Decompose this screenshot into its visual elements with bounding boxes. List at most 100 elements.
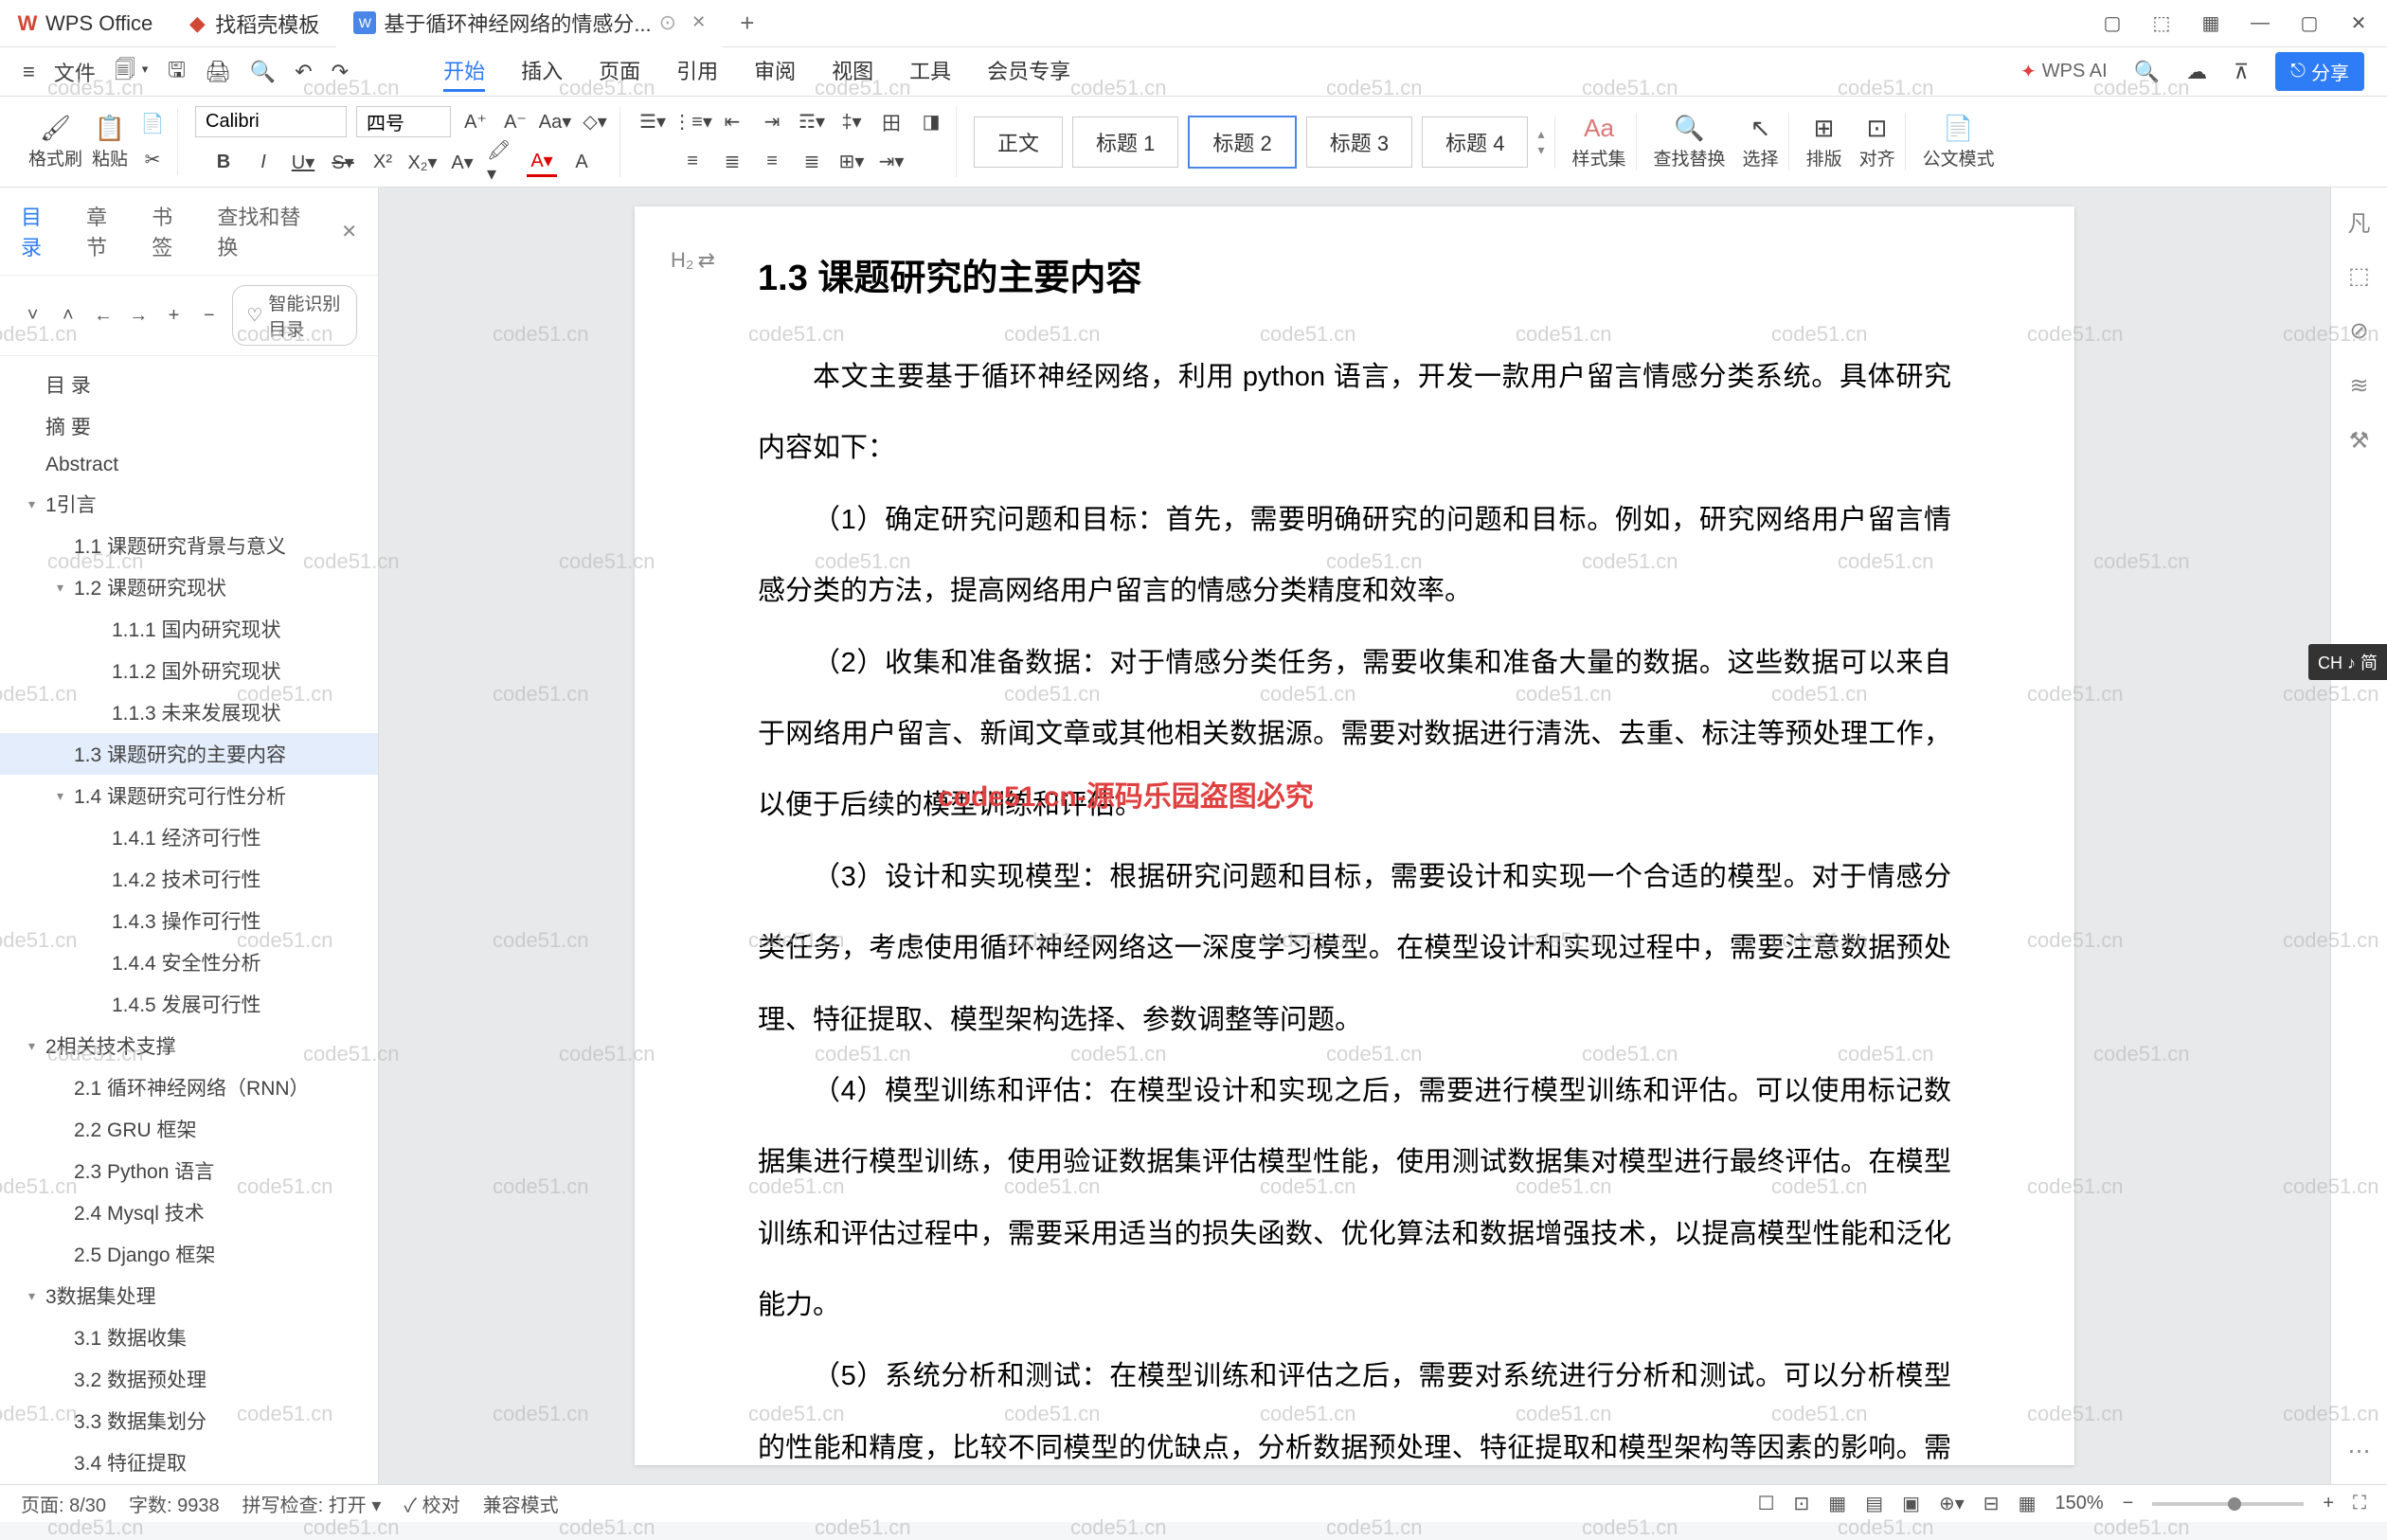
sidebar-tab-chapter[interactable]: 章节 bbox=[86, 201, 125, 261]
font-color-icon[interactable]: A▾ bbox=[527, 147, 557, 177]
sort-icon[interactable]: ☶▾ bbox=[797, 107, 827, 137]
collapse-icon[interactable]: ⊼ bbox=[2234, 60, 2249, 84]
decrease-font-icon[interactable]: A⁻ bbox=[500, 107, 530, 137]
toc-item[interactable]: 3.1 数据收集 bbox=[0, 1316, 378, 1358]
menu-ref[interactable]: 引用 bbox=[676, 51, 718, 92]
align-center-icon[interactable]: ≣ bbox=[717, 147, 747, 177]
rail-tool-icon[interactable]: ⚒ bbox=[2343, 424, 2376, 457]
toc-item[interactable]: 1.1.3 未来发展现状 bbox=[0, 691, 378, 733]
align-left-icon[interactable]: ≡ bbox=[677, 147, 708, 177]
text-effect-icon[interactable]: A▾ bbox=[447, 147, 477, 177]
style-h3[interactable]: 标题 3 bbox=[1306, 116, 1412, 168]
toc-item[interactable]: ▾1.4 课题研究可行性分析 bbox=[0, 775, 378, 816]
toc-item[interactable]: ▾3数据集处理 bbox=[0, 1275, 378, 1316]
menu-view[interactable]: 视图 bbox=[832, 51, 873, 92]
sidebar-tab-bookmark[interactable]: 书签 bbox=[152, 201, 190, 261]
demote-icon[interactable]: → bbox=[127, 299, 151, 331]
expand-all-icon[interactable]: ˄ bbox=[56, 299, 80, 331]
style-h2[interactable]: 标题 2 bbox=[1188, 116, 1296, 169]
document-paragraph[interactable]: （1）确定研究问题和目标：首先，需要明确研究的问题和目标。例如，研究网络用户留言… bbox=[758, 485, 1951, 628]
strike-button[interactable]: S▾ bbox=[328, 147, 358, 177]
tab-wps-home[interactable]: W WPS Office bbox=[0, 0, 170, 47]
menu-tools[interactable]: 工具 bbox=[909, 51, 951, 92]
increase-indent-icon[interactable]: ⇥ bbox=[757, 107, 787, 137]
share-button[interactable]: ⎋ 分享 bbox=[2275, 52, 2364, 91]
document-paragraph[interactable]: 本文主要基于循环神经网络，利用 python 语言，开发一款用户留言情感分类系统… bbox=[758, 342, 1951, 485]
sidebar-tab-find[interactable]: 查找和替换 bbox=[217, 201, 314, 261]
style-normal[interactable]: 正文 bbox=[974, 116, 1063, 168]
toc-item[interactable]: 2.3 Python 语言 bbox=[0, 1150, 378, 1191]
toc-item[interactable]: 1.1.1 国内研究现状 bbox=[0, 608, 378, 650]
document-paragraph[interactable]: （5）系统分析和测试：在模型训练和评估之后，需要对系统进行分析和测试。可以分析模… bbox=[758, 1341, 1951, 1484]
paste-button[interactable]: 📋 粘贴 bbox=[92, 113, 128, 170]
document-paragraph[interactable]: （2）收集和准备数据：对于情感分类任务，需要收集和准备大量的数据。这些数据可以来… bbox=[758, 628, 1951, 842]
window-list-icon[interactable]: ▢ bbox=[2101, 12, 2124, 35]
font-name-select[interactable] bbox=[195, 106, 347, 137]
wps-ai-button[interactable]: ✦WPS AI bbox=[2020, 60, 2108, 83]
numbering-icon[interactable]: ⋮≡▾ bbox=[677, 107, 708, 137]
style-h1[interactable]: 标题 1 bbox=[1072, 116, 1178, 168]
style-set-button[interactable]: Aa 样式集 bbox=[1572, 113, 1626, 170]
view-layout-icon[interactable]: ⊡ bbox=[1794, 1492, 1810, 1515]
toc-item[interactable]: 目 录 bbox=[0, 364, 378, 405]
document-paragraph[interactable]: （3）设计和实现模型：根据研究问题和目标，需要设计和实现一个合适的模型。对于情感… bbox=[758, 842, 1951, 1056]
globe-icon[interactable]: ⊕▾ bbox=[1939, 1492, 1965, 1515]
close-button[interactable]: ✕ bbox=[2347, 12, 2370, 35]
view-read-icon[interactable]: ☐ bbox=[1758, 1492, 1775, 1515]
new-icon[interactable]: 🗐 ▾ bbox=[115, 54, 149, 90]
decrease-indent-icon[interactable]: ⇤ bbox=[717, 107, 747, 137]
sidebar-tab-toc[interactable]: 目录 bbox=[21, 201, 60, 261]
document-area[interactable]: H₂ ⇄ 1.3 课题研究的主要内容 本文主要基于循环神经网络，利用 pytho… bbox=[379, 188, 2330, 1484]
line-spacing-icon[interactable]: ‡▾ bbox=[836, 107, 867, 137]
document-page[interactable]: H₂ ⇄ 1.3 课题研究的主要内容 本文主要基于循环神经网络，利用 pytho… bbox=[635, 206, 2074, 1465]
align-button[interactable]: ⊡ 对齐 bbox=[1859, 113, 1895, 170]
fullscreen-icon[interactable]: ⛶ bbox=[2353, 1493, 2366, 1514]
undo-icon[interactable]: ↶ bbox=[295, 60, 312, 84]
toc-item[interactable]: 2.4 Mysql 技术 bbox=[0, 1191, 378, 1233]
style-h4[interactable]: 标题 4 bbox=[1422, 116, 1528, 168]
underline-button[interactable]: U▾ bbox=[288, 147, 318, 177]
view-outline-icon[interactable]: ▤ bbox=[1865, 1492, 1883, 1515]
menu-review[interactable]: 审阅 bbox=[754, 51, 796, 92]
toc-item[interactable]: 摘 要 bbox=[0, 405, 378, 447]
zoom-in-button[interactable]: + bbox=[2323, 1493, 2334, 1514]
cube-icon[interactable]: ⬚ bbox=[2150, 12, 2173, 35]
view-web-icon[interactable]: ▦ bbox=[1828, 1492, 1846, 1515]
menu-icon[interactable]: ≡ bbox=[23, 60, 35, 84]
toc-item[interactable]: ▾1引言 bbox=[0, 483, 378, 525]
superscript-button[interactable]: X² bbox=[368, 147, 398, 177]
font-size-select[interactable] bbox=[356, 106, 451, 137]
add-icon[interactable]: + bbox=[162, 299, 186, 331]
app-icon[interactable]: ▦ bbox=[2199, 12, 2222, 35]
borders-icon[interactable]: 田 bbox=[876, 107, 906, 137]
font-bg-icon[interactable]: A bbox=[566, 147, 597, 177]
toc-item[interactable]: 2.1 循环神经网络（RNN） bbox=[0, 1066, 378, 1108]
copy-icon[interactable]: 📄 bbox=[137, 109, 168, 139]
status-words[interactable]: 字数: 9938 bbox=[129, 1490, 220, 1517]
align-right-icon[interactable]: ≡ bbox=[757, 147, 787, 177]
maximize-button[interactable]: ▢ bbox=[2298, 12, 2321, 35]
zoom-label[interactable]: 150% bbox=[2055, 1493, 2103, 1514]
toc-item[interactable]: ▾1.2 课题研究现状 bbox=[0, 566, 378, 608]
tab-document[interactable]: W 基于循环神经网络的情感分... ⊙ ✕ bbox=[336, 0, 723, 47]
grid-icon[interactable]: ▦ bbox=[2019, 1492, 2037, 1515]
toc-item[interactable]: 1.4.4 安全性分析 bbox=[0, 941, 378, 983]
bold-button[interactable]: B bbox=[208, 147, 239, 177]
toc-item[interactable]: Abstract bbox=[0, 447, 378, 483]
close-tab-icon[interactable]: ✕ bbox=[691, 12, 706, 32]
zoom-slider[interactable] bbox=[2152, 1502, 2304, 1506]
italic-button[interactable]: I bbox=[248, 147, 278, 177]
document-paragraph[interactable]: （4）模型训练和评估：在模型设计和实现之后，需要进行模型训练和评估。可以使用标记… bbox=[758, 1056, 1951, 1342]
toc-item[interactable]: 1.3 课题研究的主要内容 bbox=[0, 733, 378, 775]
toc-item[interactable]: 2.2 GRU 框架 bbox=[0, 1108, 378, 1150]
rail-layer-icon[interactable]: ≋ bbox=[2343, 369, 2376, 402]
sidebar-close-icon[interactable]: ✕ bbox=[341, 220, 357, 243]
toc-item[interactable]: 1.1 课题研究背景与意义 bbox=[0, 525, 378, 566]
format-painter-button[interactable]: 🖌 格式刷 bbox=[28, 113, 82, 170]
status-page[interactable]: 页面: 8/30 bbox=[21, 1490, 106, 1517]
align-justify-icon[interactable]: ≣ bbox=[797, 147, 827, 177]
toc-item[interactable]: ▾2相关技术支撑 bbox=[0, 1025, 378, 1066]
menu-page[interactable]: 页面 bbox=[599, 51, 640, 92]
highlight-icon[interactable]: 🖍▾ bbox=[487, 147, 517, 177]
change-case-icon[interactable]: Aa▾ bbox=[540, 107, 570, 137]
